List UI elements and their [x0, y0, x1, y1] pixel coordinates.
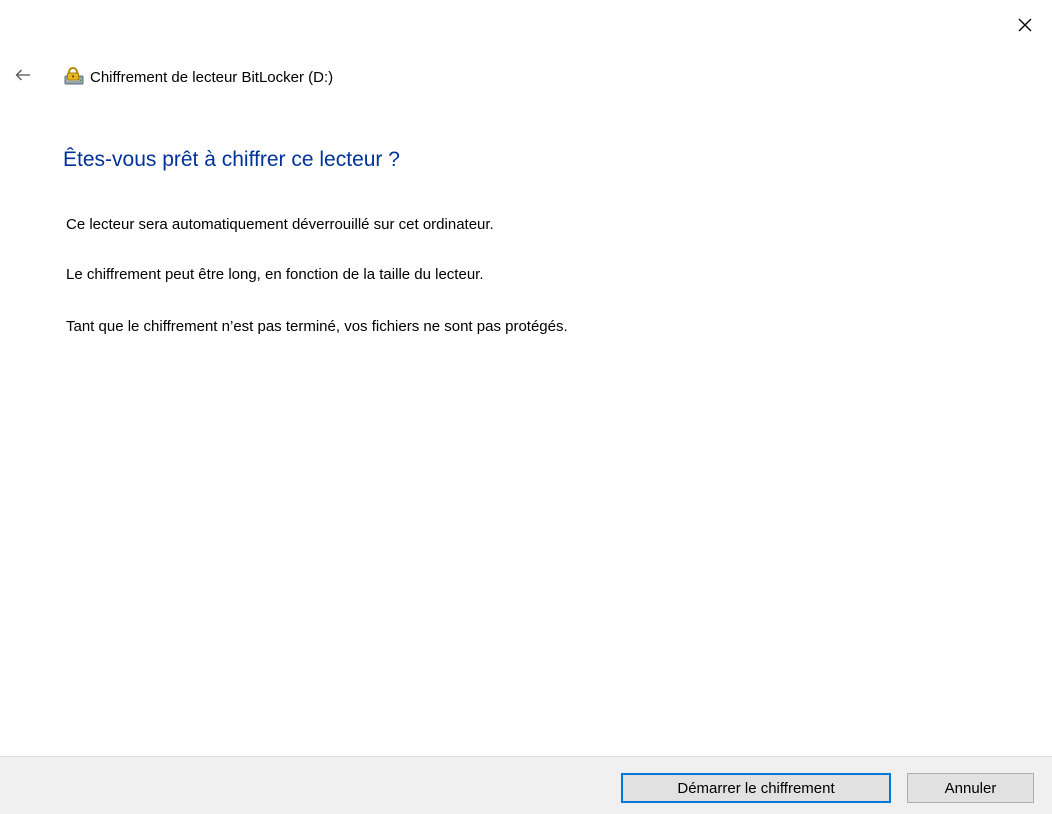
cancel-label: Annuler: [944, 779, 997, 797]
info-text-not-protected: Tant que le chiffrement n’est pas termin…: [66, 318, 568, 335]
start-encryption-label: Démarrer le chiffrement: [677, 779, 835, 797]
bitlocker-drive-icon: [64, 66, 86, 88]
wizard-header: Chiffrement de lecteur BitLocker (D:): [10, 62, 333, 92]
wizard-footer: Démarrer le chiffrement Annuler: [0, 756, 1052, 814]
back-button[interactable]: [10, 64, 36, 90]
close-icon: [1017, 17, 1033, 38]
info-text-auto-unlock: Ce lecteur sera automatiquement déverrou…: [66, 216, 494, 233]
page-heading: Êtes-vous prêt à chiffrer ce lecteur ?: [63, 148, 400, 171]
cancel-button[interactable]: Annuler: [907, 773, 1034, 803]
window-title: Chiffrement de lecteur BitLocker (D:): [90, 68, 334, 86]
bitlocker-wizard-window: Chiffrement de lecteur BitLocker (D:) Êt…: [0, 0, 1052, 814]
info-text-duration: Le chiffrement peut être long, en foncti…: [66, 266, 484, 283]
back-arrow-icon: [15, 68, 31, 86]
start-encryption-button[interactable]: Démarrer le chiffrement: [621, 773, 891, 803]
close-button[interactable]: [1010, 12, 1040, 42]
